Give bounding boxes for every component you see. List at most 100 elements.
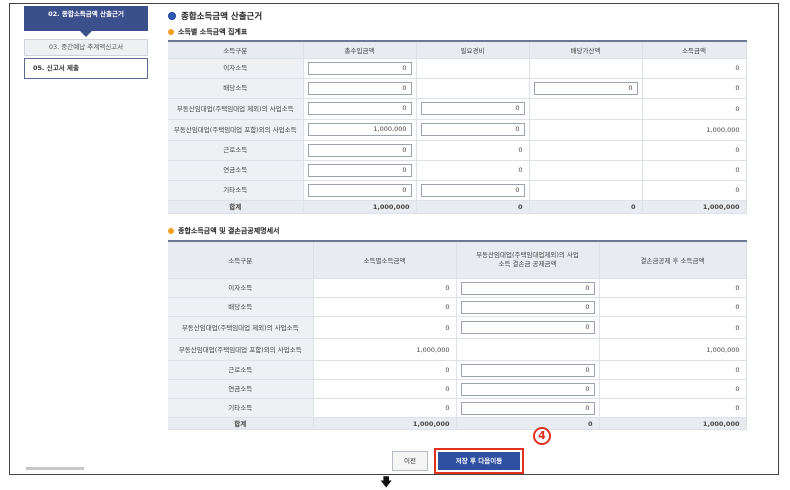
total-gross-income: 1,000,000 [303, 200, 417, 214]
table-header-row: 소득구분 총수입금액 필요경비 배당가산액 소득금액 [168, 41, 747, 59]
total-loss-deduction: 0 [456, 417, 600, 430]
table-row: 연금소득 0 0 0 [168, 160, 747, 181]
gross-income-input[interactable]: 0 [307, 183, 412, 197]
income-summary-table: 소득구분 총수입금액 필요경비 배당가산액 소득금액 이자소득 0 0 배당소득… [168, 40, 747, 214]
sidebar-active-arrow-icon [80, 31, 92, 37]
total-expenses: 0 [416, 200, 530, 214]
table-row: 부동산임대업(주택임대업 제외)의 사업소득 0 0 0 [168, 316, 747, 339]
table-row: 부동산임대업(주택임대업 포함)외의 사업소득 1,000,000 0 1,00… [168, 119, 747, 141]
total-income-amount: 1,000,000 [313, 417, 457, 430]
row-label: 합계 [168, 200, 304, 214]
table-row: 배당소득 0 0 0 [168, 78, 747, 99]
post-deduction-amount: 0 [599, 360, 747, 380]
income-amount: 0 [642, 98, 747, 120]
expenses-value: 0 [416, 140, 530, 161]
dividend-gross-up-input[interactable]: 0 [533, 81, 638, 95]
loss-deduction-input[interactable]: 0 [460, 382, 595, 396]
post-deduction-amount: 1,000,000 [599, 338, 747, 361]
loss-deduction-input[interactable]: 0 [460, 300, 595, 314]
sidebar-item-interim-report[interactable]: 03. 중간예납 추계액신고서 [24, 39, 148, 56]
table-row: 부동산임대업(주택임대업 제외)의 사업소득 0 0 0 [168, 98, 747, 120]
sidebar-item-submit-report[interactable]: 05. 신고서 제출 [24, 58, 148, 79]
row-label: 부동산임대업(주택임대업 포함)외의 사업소득 [168, 119, 304, 141]
sidebar-item-income-basis[interactable]: 02. 종합소득금액 산출근거 [24, 6, 148, 31]
expenses-value: 0 [416, 160, 530, 181]
table-row: 부동산임대업(주택임대업 포함)외의 사업소득 1,000,000 1,000,… [168, 338, 747, 361]
loss-deduction-table: 소득구분 소득별소득금액 부동산임대업(주택임대업제외)의 사업소득 결손금 공… [168, 239, 747, 430]
gross-income-input[interactable]: 1,000,000 [307, 123, 412, 136]
table-row: 배당소득 0 0 0 [168, 297, 747, 317]
table-row: 근로소득 0 0 0 [168, 140, 747, 161]
income-amount: 0 [642, 140, 747, 161]
sidebar-item-label: 05. 신고서 제출 [33, 64, 79, 72]
income-amount: 1,000,000 [642, 119, 747, 141]
page-title: 종합소득금액 산출근거 [168, 10, 746, 22]
table-total-row: 합계 1,000,000 0 0 1,000,000 [168, 200, 747, 214]
total-income-amount: 1,000,000 [642, 200, 747, 214]
loss-deduction-input[interactable]: 0 [460, 363, 595, 377]
expenses-input[interactable]: 0 [420, 123, 525, 136]
loss-deduction-input[interactable]: 0 [460, 321, 595, 334]
loss-deduction-input[interactable]: 0 [460, 281, 595, 295]
gross-income-input[interactable]: 0 [307, 81, 412, 95]
row-label: 부동산임대업(주택임대업 제외)의 사업소득 [168, 316, 314, 339]
step-number-badge: 4 [533, 427, 551, 445]
main-content: 종합소득금액 산출근거 소득별 소득금액 집계표 소득구분 총수입금액 필요경비… [168, 10, 747, 430]
table-row: 근로소득 0 0 0 [168, 360, 747, 380]
column-header: 소득구분 [168, 240, 314, 279]
income-amount: 0 [313, 316, 457, 339]
income-amount: 0 [642, 160, 747, 181]
column-header: 배당가산액 [529, 41, 643, 59]
income-amount: 1,000,000 [313, 338, 457, 361]
total-post-deduction: 1,000,000 [599, 417, 747, 430]
action-buttons: 이전 저장 후 다음이동 [392, 448, 524, 474]
table-header-row: 소득구분 소득별소득금액 부동산임대업(주택임대업제외)의 사업소득 결손금 공… [168, 240, 747, 279]
post-deduction-amount: 0 [599, 316, 747, 339]
row-label: 기타소득 [168, 398, 314, 418]
row-label: 부동산임대업(주택임대업 포함)외의 사업소득 [168, 338, 314, 361]
horizontal-scrollbar[interactable] [26, 467, 84, 470]
post-deduction-amount: 0 [599, 297, 747, 317]
row-label: 연금소득 [168, 160, 304, 181]
bullet-icon [168, 228, 174, 234]
highlight-box: 저장 후 다음이동 [434, 448, 524, 474]
column-header: 총수입금액 [303, 41, 417, 59]
row-label: 이자소득 [168, 58, 304, 79]
income-amount: 0 [642, 78, 747, 99]
gross-income-input[interactable]: 0 [307, 143, 412, 157]
post-deduction-amount: 0 [599, 278, 747, 298]
column-header: 필요경비 [416, 41, 530, 59]
row-label: 이자소득 [168, 278, 314, 298]
loss-deduction-input[interactable]: 0 [460, 401, 595, 415]
income-amount: 0 [313, 360, 457, 380]
gross-income-input[interactable]: 0 [307, 61, 412, 75]
total-gross-up: 0 [529, 200, 643, 214]
section-title: 종합소득금액 및 결손금공제명세서 [168, 226, 746, 237]
save-and-next-button[interactable]: 저장 후 다음이동 [438, 452, 520, 470]
gross-income-input[interactable]: 0 [307, 102, 412, 115]
sidebar-item-label: 03. 중간예납 추계액신고서 [48, 43, 124, 51]
prev-button[interactable]: 이전 [392, 451, 428, 471]
table-row: 이자소득 0 0 [168, 58, 747, 79]
sidebar: 02. 종합소득금액 산출근거 03. 중간예납 추계액신고서 05. 신고서 … [24, 6, 148, 81]
column-header: 소득금액 [642, 41, 747, 59]
sidebar-item-label: 02. 종합소득금액 산출근거 [48, 10, 124, 18]
income-amount: 0 [313, 379, 457, 399]
row-label: 연금소득 [168, 379, 314, 399]
gross-income-input[interactable]: 0 [307, 163, 412, 177]
income-amount: 0 [642, 180, 747, 201]
income-amount: 0 [313, 398, 457, 418]
post-deduction-amount: 0 [599, 379, 747, 399]
column-header: 부동산임대업(주택임대업제외)의 사업소득 결손금 공제금액 [456, 240, 600, 279]
row-label: 배당소득 [168, 78, 304, 99]
table-row: 기타소득 0 0 0 [168, 180, 747, 201]
column-header: 결손금공제 후 소득금액 [599, 240, 747, 279]
table-row: 연금소득 0 0 0 [168, 379, 747, 399]
income-amount: 0 [313, 278, 457, 298]
expenses-input[interactable]: 0 [420, 183, 525, 197]
section-title: 소득별 소득금액 집계표 [168, 26, 746, 37]
expenses-input[interactable]: 0 [420, 102, 525, 115]
down-arrow-icon: 🡇 [380, 475, 393, 489]
table-total-row: 합계 1,000,000 0 1,000,000 [168, 417, 747, 430]
income-amount: 0 [313, 297, 457, 317]
